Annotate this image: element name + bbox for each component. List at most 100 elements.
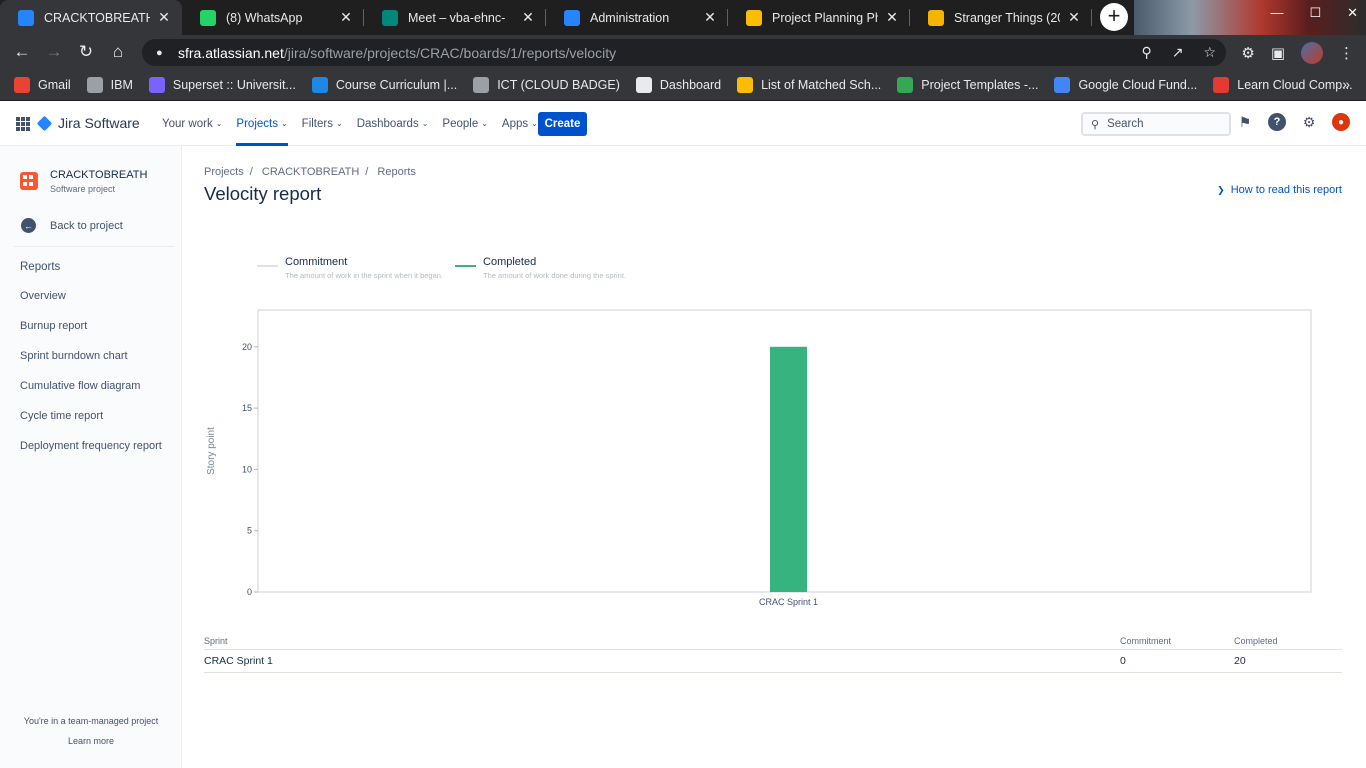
close-tab-icon[interactable]: ✕ [520,9,536,26]
gcloud-icon [1054,76,1071,93]
meet-icon [382,9,398,26]
nav-menu-your-work[interactable]: Your work ⌄ [162,101,222,146]
nav-menu-apps[interactable]: Apps ⌄ [502,101,538,146]
bookmarks-more-icon[interactable]: » [1342,76,1350,92]
whatsapp-icon [200,9,216,26]
browser-profile-avatar[interactable] [1301,42,1323,64]
address-bar[interactable]: ● sfra.atlassian.net/jira/software/proje… [142,39,1226,66]
bookmark-item[interactable]: Course Curriculum |... [311,76,457,93]
bookmark-item[interactable]: Dashboard [635,76,721,93]
project-avatar-icon [20,172,38,190]
how-to-read-link[interactable]: ❯ How to read this report [1217,184,1342,196]
sidebar-item-overview[interactable]: Overview [20,287,162,317]
bookmark-item[interactable]: Gmail [14,76,71,93]
new-tab-icon[interactable]: + [1100,3,1128,31]
settings-gear-icon[interactable]: ⚙ [1300,113,1318,131]
course-icon [311,76,328,93]
legend-commitment-title: Commitment [285,256,348,268]
nav-menu-projects[interactable]: Projects ⌄ [236,101,288,146]
zoom-icon[interactable]: ⚲ [1141,44,1151,61]
browser-tab-title: CRACKTOBREATH - Ag [44,10,150,25]
close-tab-icon[interactable]: ✕ [338,9,354,26]
browser-tab[interactable]: (8) WhatsApp ✕ [182,0,364,35]
legend-commitment-swatch [257,265,278,267]
url-host: sfra.atlassian.net [178,44,284,61]
window-controls: — ☐ ✕ [1270,5,1358,21]
velocity-chart: 0 5 10 15 20 Story point CRAC Sprint 1 [200,300,1350,620]
bookmark-item[interactable]: Google Cloud Fund... [1054,76,1198,93]
breadcrumb-project[interactable]: CRACKTOBREATH [262,166,359,178]
close-window-icon[interactable]: ✕ [1347,5,1358,21]
browser-tab[interactable]: Stranger Things (2022 ✕ [910,0,1092,35]
breadcrumb-projects[interactable]: Projects [204,166,244,178]
search-input[interactable]: ⚲ Search [1081,112,1231,136]
minimize-icon[interactable]: — [1270,5,1283,21]
learn-more-link[interactable]: Learn more [0,736,182,746]
sidebar-item-cycle-time-report[interactable]: Cycle time report [20,407,162,437]
app-switcher-icon[interactable] [16,117,30,131]
bookmark-item[interactable]: IBM [86,76,133,93]
side-panel-icon[interactable]: ▣ [1271,44,1285,62]
cell-sprint[interactable]: CRAC Sprint 1 [204,655,273,667]
browser-menu-icon[interactable]: ⋮ [1339,44,1354,62]
share-icon[interactable]: ↗ [1172,44,1184,61]
profile-avatar-icon[interactable]: ● [1332,113,1350,131]
legend-completed-swatch [455,265,477,267]
help-icon[interactable]: ? [1268,113,1286,131]
create-button[interactable]: Create [538,112,587,136]
browser-tab[interactable]: Project Planning Phase ✕ [728,0,910,35]
bookmark-item[interactable]: Project Templates -... [897,76,1039,93]
bookmark-label: Google Cloud Fund... [1078,77,1198,92]
team-managed-note: You're in a team-managed project [23,716,159,726]
back-to-project-link[interactable]: ← Back to project [21,218,123,233]
browser-tab-title: Stranger Things (2022 [954,10,1060,25]
jira-icon [18,9,34,26]
reload-icon[interactable]: ↻ [70,42,102,62]
forward-arrow-icon[interactable]: → [38,42,70,62]
close-tab-icon[interactable]: ✕ [1066,9,1082,26]
browser-tab-strip: CRACKTOBREATH - Ag✕(8) WhatsApp✕Meet – v… [0,0,1366,35]
globe-icon [473,76,490,93]
close-tab-icon[interactable]: ✕ [702,9,718,26]
bookmark-item[interactable]: ICT (CLOUD BADGE) [473,76,620,93]
sidebar-item-burnup-report[interactable]: Burnup report [20,317,162,347]
bookmark-label: Learn Cloud Comp... [1237,77,1353,92]
project-header[interactable]: CRACKTOBREATH Software project [20,168,147,196]
home-icon[interactable]: ⌂ [102,42,134,62]
product-name: Jira Software [58,115,140,131]
browser-tab[interactable]: Administration ✕ [546,0,728,35]
browser-tab[interactable]: CRACKTOBREATH - Ag ✕ [0,0,182,35]
bookmark-label: Project Templates -... [921,77,1039,92]
close-tab-icon[interactable]: ✕ [156,9,172,26]
y-tick-label: 20 [242,342,252,352]
bookmark-item[interactable]: List of Matched Sch... [737,76,881,93]
browser-tab-title: (8) WhatsApp [226,10,303,25]
maximize-icon[interactable]: ☐ [1309,5,1321,21]
back-arrow-icon[interactable]: ← [6,42,38,62]
sidebar-item-sprint-burndown-chart[interactable]: Sprint burndown chart [20,347,162,377]
sidebar-item-cumulative-flow-diagram[interactable]: Cumulative flow diagram [20,377,162,407]
how-to-read-label: How to read this report [1230,184,1342,196]
reports-nav: Reports Overview Burnup report Sprint burnd… [20,258,162,467]
chevron-down-icon: ⌄ [531,119,538,128]
extensions-icon[interactable]: ⚙ [1241,44,1254,62]
nav-menu-filters[interactable]: Filters ⌄ [302,101,343,146]
gmail-icon [14,76,30,93]
globe-icon [86,76,103,93]
nav-menu-label: Projects [236,117,278,130]
nav-menu-people[interactable]: People ⌄ [442,101,488,146]
nav-menu-dashboards[interactable]: Dashboards ⌄ [357,101,429,146]
breadcrumb-reports[interactable]: Reports [377,166,416,178]
notifications-icon[interactable]: ⚑ [1236,113,1254,131]
browser-tab-title: Project Planning Phase [772,10,878,25]
header-completed: Completed [1234,636,1278,646]
sidebar-item-deployment-frequency-report[interactable]: Deployment frequency report [20,437,162,467]
bookmark-star-icon[interactable]: ☆ [1203,44,1216,61]
legend-commitment: Commitment The amount of work in the spr… [257,255,443,283]
jira-logo[interactable]: Jira Software [36,115,140,131]
chevron-right-icon: ❯ [1217,185,1225,195]
bookmark-item[interactable]: Superset :: Universit... [148,76,296,93]
bookmark-item[interactable]: Learn Cloud Comp... [1213,76,1353,93]
close-tab-icon[interactable]: ✕ [884,9,900,26]
browser-tab[interactable]: Meet – vba-ehnc- ✕ [364,0,546,35]
